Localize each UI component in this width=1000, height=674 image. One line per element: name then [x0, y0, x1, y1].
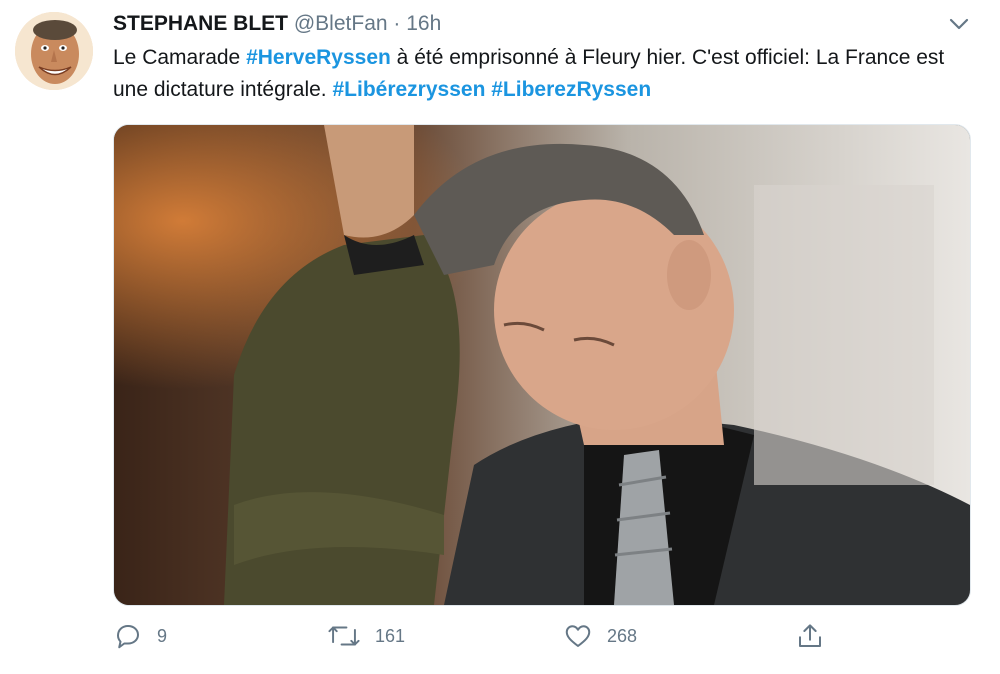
retweet-icon: [328, 626, 360, 646]
like-count: 268: [607, 625, 638, 646]
hashtag-link[interactable]: #LiberezRyssen: [491, 78, 651, 101]
like-button[interactable]: 268: [563, 616, 637, 656]
tweet-actions: 9 161 268: [113, 616, 973, 656]
tweet-timestamp[interactable]: 16h: [406, 12, 441, 35]
avatar[interactable]: [15, 12, 93, 90]
retweet-button[interactable]: 161: [327, 616, 405, 656]
author-handle[interactable]: @BletFan: [294, 12, 388, 35]
tweet-text-part: Le Camarade: [113, 46, 247, 69]
header-separator: ·: [393, 12, 401, 35]
heart-icon: [565, 625, 591, 647]
chevron-down-icon: [949, 18, 969, 30]
author-name[interactable]: STEPHANE BLET: [113, 12, 288, 35]
tweet-photo[interactable]: [113, 124, 971, 606]
reply-button[interactable]: 9: [113, 616, 167, 656]
share-button[interactable]: [795, 616, 825, 656]
avatar-caricature: [15, 12, 93, 90]
hashtag-link[interactable]: #HerveRyssen: [246, 46, 391, 69]
tweet-header: STEPHANE BLET @BletFan · 16h: [113, 10, 441, 38]
hashtag-link[interactable]: #Libérezryssen: [332, 78, 485, 101]
photo-man-in-suit: [114, 125, 970, 605]
tweet-card[interactable]: STEPHANE BLET @BletFan · 16h Le Camarade…: [0, 0, 1000, 674]
tweet-menu-button[interactable]: [945, 12, 973, 36]
share-icon: [799, 624, 821, 647]
retweet-count: 161: [375, 625, 406, 646]
reply-count: 9: [157, 625, 168, 646]
tweet-text: Le Camarade #HerveRyssen à été emprisonn…: [113, 42, 973, 106]
reply-icon: [117, 625, 139, 649]
